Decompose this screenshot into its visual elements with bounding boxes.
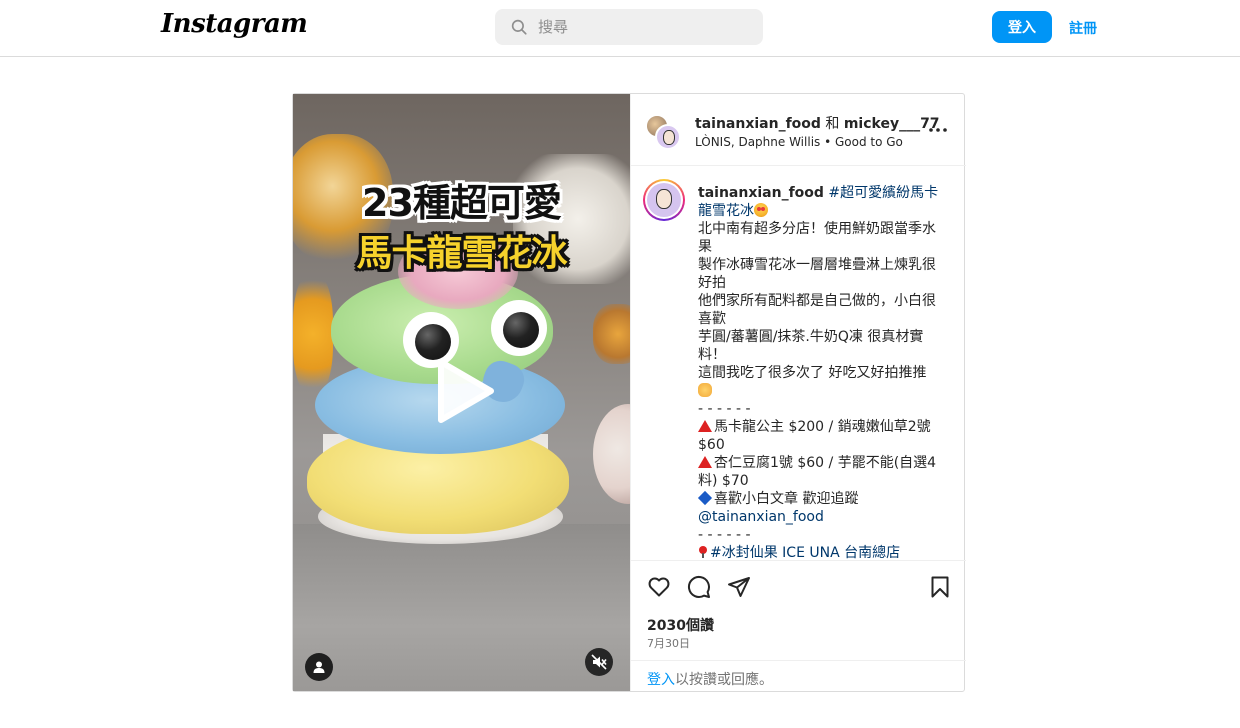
post-caption: tainanxian_food #超可愛繽紛馬卡龍雪花冰 北中南有超多分店！使用… xyxy=(631,167,966,560)
collab-usernames: tainanxian_food 和 mickey___77 xyxy=(695,113,940,133)
search-box[interactable] xyxy=(495,9,763,45)
post-side-panel: tainanxian_food 和 mickey___77 LÒNIS, Dap… xyxy=(630,94,966,691)
share-icon[interactable] xyxy=(727,575,751,599)
more-horizontal-icon xyxy=(929,128,947,132)
login-prompt-rest: 以按讚或回應。 xyxy=(675,672,773,688)
video-title-line-2: 馬卡龍雪花冰 xyxy=(356,233,567,274)
caption-text: tainanxian_food #超可愛繽紛馬卡龍雪花冰 北中南有超多分店！使用… xyxy=(697,184,940,560)
instagram-logo[interactable]: Instagram xyxy=(161,9,308,39)
heart-eyes-emoji-icon xyxy=(754,203,768,217)
search-icon xyxy=(511,19,527,35)
username-link[interactable]: tainanxian_food xyxy=(695,116,821,132)
caption-line: 馬卡龍公主 $200 / 銷魂嫩仙草2號 $60 xyxy=(698,419,931,453)
user-tag-icon xyxy=(313,661,325,673)
mute-button[interactable] xyxy=(585,648,613,676)
top-nav: Instagram 登入 註冊 xyxy=(0,0,1240,57)
caption-divider: - - - - - - xyxy=(698,401,751,417)
caption-line: 北中南有超多分店！使用鮮奶跟當季水果 xyxy=(698,221,936,255)
caption-avatar[interactable] xyxy=(643,179,685,221)
and-text: 和 xyxy=(820,116,844,132)
red-triangle-icon xyxy=(698,456,712,468)
caption-line: 這間我吃了很多次了 好吃又好拍推推 xyxy=(698,365,927,381)
login-link[interactable]: 登入 xyxy=(647,672,675,688)
login-prompt: 登入以按讚或回應。 xyxy=(631,660,966,691)
avatar xyxy=(655,124,681,150)
post-actions xyxy=(631,560,966,610)
location-pin-icon xyxy=(698,546,708,558)
candy-eye-right xyxy=(491,300,547,356)
clapping-hands-emoji-icon xyxy=(698,383,712,397)
login-button[interactable]: 登入 xyxy=(992,11,1052,43)
comment-icon[interactable] xyxy=(687,575,711,599)
signup-link[interactable]: 註冊 xyxy=(1069,18,1097,38)
table-surface xyxy=(293,524,630,691)
caption-line: 杏仁豆腐1號 $60 / 芋罷不能(自選4料) $70 xyxy=(698,455,937,489)
caption-divider: - - - - - - xyxy=(698,527,751,543)
post-video[interactable]: 23種超可愛 馬卡龍雪花冰 xyxy=(293,94,630,691)
background-dessert-bowl xyxy=(593,404,630,504)
search-input[interactable] xyxy=(538,18,738,36)
login-prompt-text: 登入以按讚或回應。 xyxy=(647,669,773,689)
play-icon[interactable] xyxy=(433,356,497,426)
caption-line: 製作冰磚雪花冰一層層堆疊淋上煉乳很好拍 xyxy=(698,257,936,291)
audio-attribution[interactable]: LÒNIS, Daphne Willis • Good to Go xyxy=(695,135,903,149)
likes-count[interactable]: 2030個讚 xyxy=(647,615,714,635)
more-options-button[interactable] xyxy=(927,120,949,140)
user-tag-button[interactable] xyxy=(305,653,333,681)
caption-line: 他們家所有配料都是自己做的，小白很喜歡 xyxy=(698,293,936,327)
caption-username[interactable]: tainanxian_food xyxy=(698,185,824,201)
collab-avatars[interactable] xyxy=(645,114,681,150)
post-card: 23種超可愛 馬卡龍雪花冰 tainanxian_food 和 mickey__… xyxy=(292,93,966,692)
muted-speaker-icon xyxy=(591,654,607,670)
caption-mention[interactable]: @tainanxian_food xyxy=(698,508,940,526)
bookmark-icon[interactable] xyxy=(928,575,952,599)
red-triangle-icon xyxy=(698,420,712,432)
post-header: tainanxian_food 和 mickey___77 LÒNIS, Dap… xyxy=(631,94,966,166)
video-title-line-1: 23種超可愛 xyxy=(362,181,562,225)
background-fruit xyxy=(593,304,630,364)
background-fruit xyxy=(293,274,333,394)
caption-location-hashtag[interactable]: #冰封仙果 ICE UNA 台南總店 xyxy=(710,545,900,560)
caption-line: 芋圓/蕃薯圓/抹茶.牛奶Q凍 很真材實料！ xyxy=(698,329,924,363)
heart-icon[interactable] xyxy=(647,575,671,599)
post-date[interactable]: 7月30日 xyxy=(647,635,690,651)
blue-diamond-icon xyxy=(697,490,713,506)
caption-line: 喜歡小白文章 歡迎追蹤 xyxy=(714,491,859,507)
username-link[interactable]: mickey___77 xyxy=(844,116,940,132)
